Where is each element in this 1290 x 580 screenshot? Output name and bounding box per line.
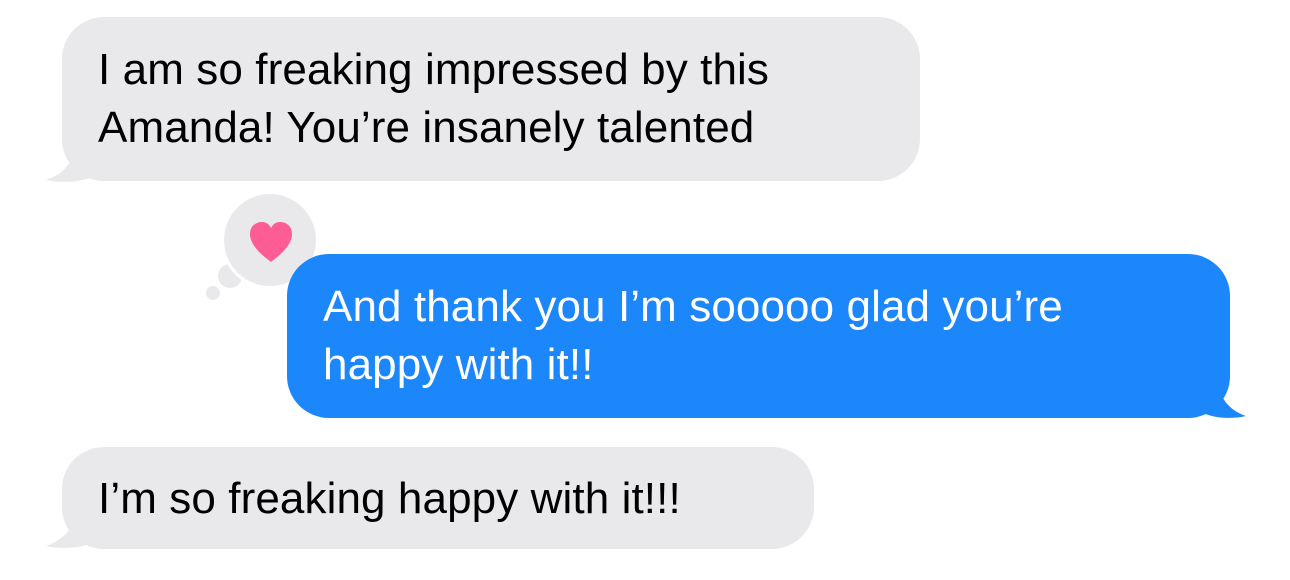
- message-text: I’m so freaking happy with it!!!: [98, 474, 681, 523]
- message-text: I am so freaking impressed by this Amand…: [98, 45, 770, 152]
- incoming-message-bubble[interactable]: I am so freaking impressed by this Amand…: [62, 17, 920, 181]
- outgoing-message-bubble[interactable]: And thank you I’m sooooo glad you’re hap…: [287, 254, 1230, 418]
- incoming-message-bubble[interactable]: I’m so freaking happy with it!!!: [62, 447, 814, 549]
- message-text: And thank you I’m sooooo glad you’re hap…: [323, 282, 1063, 389]
- tapback-tail-dot-small: [206, 286, 220, 300]
- heart-icon: [250, 222, 292, 262]
- message-thread: I am so freaking impressed by this Amand…: [0, 0, 1290, 580]
